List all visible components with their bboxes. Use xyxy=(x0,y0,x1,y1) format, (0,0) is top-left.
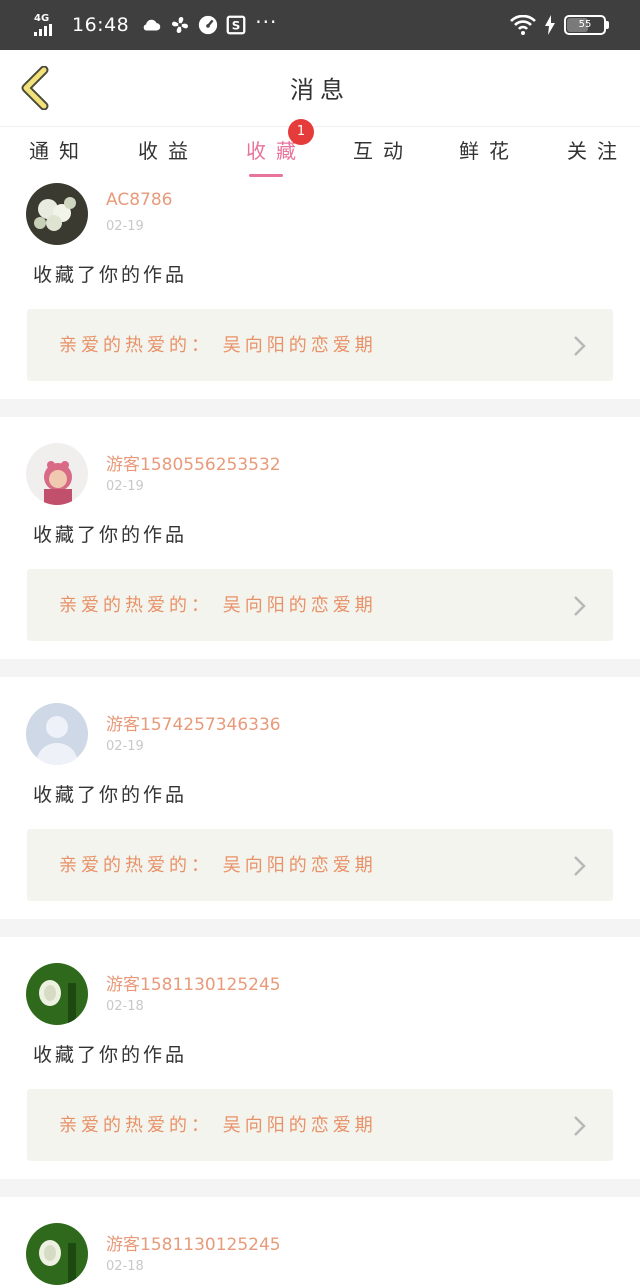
username[interactable]: 游客1574257346336 xyxy=(106,710,281,735)
tab-interactions[interactable]: 互动 xyxy=(353,135,413,164)
work-title: 亲爱的热爱的： 吴向阳的恋爱期 xyxy=(59,855,377,876)
active-tab-indicator xyxy=(249,174,283,177)
work-card[interactable]: 亲爱的热爱的： 吴向阳的恋爱期 xyxy=(27,309,613,381)
clock: 16:48 xyxy=(72,14,130,36)
status-right: 55 xyxy=(510,13,609,37)
username[interactable]: 游客1580556253532 xyxy=(106,450,281,475)
status-left: 4G 16:48 S ··· xyxy=(34,10,277,40)
work-card[interactable]: 亲爱的热爱的： 吴向阳的恋爱期 xyxy=(27,829,613,901)
battery-level: 55 xyxy=(578,19,592,30)
default-person-avatar-icon xyxy=(26,703,88,765)
white-bud-green-avatar-icon xyxy=(26,963,88,1025)
date: 02-18 xyxy=(106,999,144,1014)
username[interactable]: 游客1581130125245 xyxy=(106,970,281,995)
action-text: 收藏了你的作品 xyxy=(33,1044,188,1066)
action-text: 收藏了你的作品 xyxy=(33,784,188,806)
tab-earnings[interactable]: 收益 xyxy=(138,135,198,164)
battery-indicator: 55 xyxy=(564,15,609,35)
chevron-right-icon xyxy=(574,856,586,876)
white-flowers-avatar-icon xyxy=(26,183,88,245)
work-title: 亲爱的热爱的： 吴向阳的恋爱期 xyxy=(59,595,377,616)
chevron-right-icon xyxy=(574,596,586,616)
tab-following[interactable]: 关注 xyxy=(567,135,627,164)
svg-text:S: S xyxy=(232,19,241,33)
work-title: 亲爱的热爱的： 吴向阳的恋爱期 xyxy=(59,335,377,356)
gauge-icon xyxy=(199,15,218,35)
tab-bar: 通知 收益 收藏 互动 鲜花 关注 xyxy=(0,127,640,179)
cloud-icon xyxy=(143,19,161,31)
cellular-signal-icon: 4G xyxy=(34,14,62,36)
work-card[interactable]: 亲爱的热爱的： 吴向阳的恋爱期 xyxy=(27,1089,613,1161)
screenshot-icon: S xyxy=(226,15,246,35)
nav-header: 消息 xyxy=(0,50,640,127)
avatar[interactable] xyxy=(26,703,88,765)
fan-icon xyxy=(172,17,189,33)
charging-icon xyxy=(545,15,555,35)
action-text: 收藏了你的作品 xyxy=(33,264,188,286)
avatar[interactable] xyxy=(26,963,88,1025)
divider xyxy=(0,659,640,677)
more-notifications: ··· xyxy=(255,10,278,34)
divider xyxy=(0,919,640,937)
username[interactable]: AC8786 xyxy=(106,190,172,210)
date: 02-19 xyxy=(106,219,144,234)
tab-flowers[interactable]: 鲜花 xyxy=(459,135,519,164)
avatar[interactable] xyxy=(26,183,88,245)
page-title: 消息 xyxy=(290,76,350,104)
divider xyxy=(0,1179,640,1197)
tab-notifications[interactable]: 通知 xyxy=(29,135,89,164)
avatar[interactable] xyxy=(26,443,88,505)
date: 02-19 xyxy=(106,739,144,754)
work-title: 亲爱的热爱的： 吴向阳的恋爱期 xyxy=(59,1115,377,1136)
work-card[interactable]: 亲爱的热爱的： 吴向阳的恋爱期 xyxy=(27,569,613,641)
favorites-unread-badge: 1 xyxy=(288,119,314,145)
network-type: 4G xyxy=(34,13,50,24)
username[interactable]: 游客1581130125245 xyxy=(106,1230,281,1255)
divider xyxy=(0,399,640,417)
date: 02-18 xyxy=(106,1259,144,1274)
child-pink-hood-avatar-icon xyxy=(26,443,88,505)
chevron-right-icon xyxy=(574,1116,586,1136)
status-bar: 4G 16:48 S ··· 55 xyxy=(0,0,640,50)
action-text: 收藏了你的作品 xyxy=(33,524,188,546)
date: 02-19 xyxy=(106,479,144,494)
chevron-right-icon xyxy=(574,336,586,356)
wifi-icon xyxy=(510,15,536,35)
